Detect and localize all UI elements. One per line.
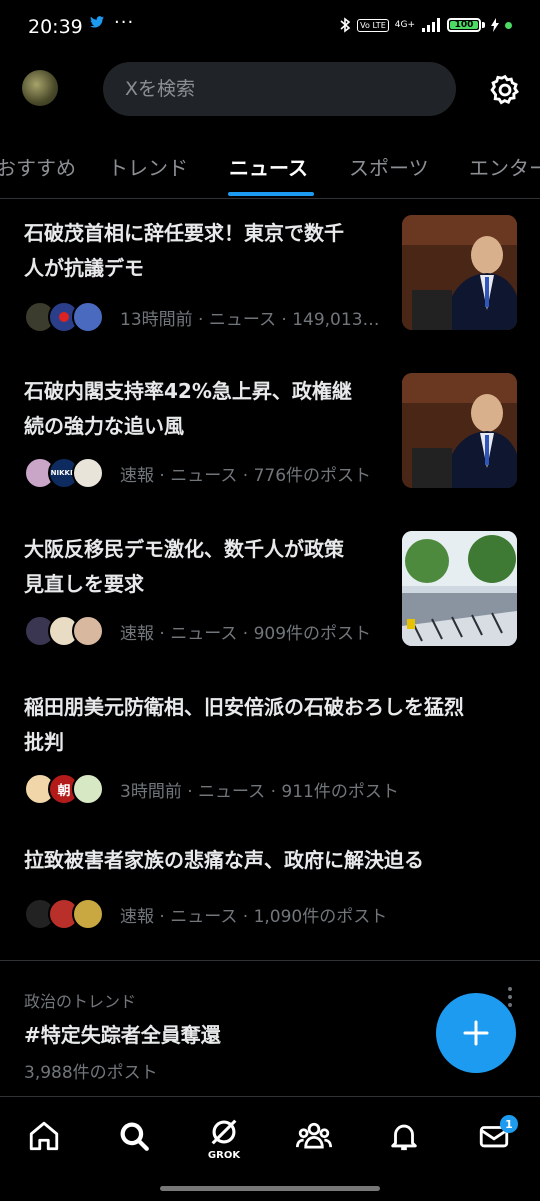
news-meta: 13時間前 · ニュース · 149,013…	[24, 301, 380, 333]
news-meta-text: 速報 · ニュース · 1,090件のポスト	[120, 906, 388, 927]
news-meta-text: 13時間前 · ニュース · 149,013…	[120, 309, 380, 330]
twitter-notification-icon	[90, 16, 104, 32]
trend-category: 政治のトレンド	[24, 992, 137, 1011]
volte-badge: Vo LTE	[357, 18, 389, 32]
news-title: 大阪反移民デモ激化、数千人が政策 見直しを要求	[24, 537, 344, 596]
news-title: 稲田朋美元防衛相、旧安倍派の石破おろしを猛烈 批判	[24, 695, 464, 754]
news-meta: NIKKEI 速報 · ニュース · 776件のポスト	[24, 457, 371, 489]
trend-hashtag: #特定失踪者全員奪還	[24, 1023, 221, 1047]
explore-tabs: おすすめ トレンド ニュース スポーツ エンター	[0, 134, 540, 199]
source-avatars	[24, 898, 104, 930]
news-meta-text: 3時間前 · ニュース · 911件のポスト	[120, 781, 399, 802]
home-icon	[29, 1121, 59, 1151]
trend-post-count: 3,988件のポスト	[24, 1063, 158, 1083]
news-item[interactable]: 稲田朋美元防衛相、旧安倍派の石破おろしを猛烈 批判 朝 3時間前 · ニュース …	[0, 673, 540, 831]
news-title: 拉致被害者家族の悲痛な声、政府に解決迫る	[24, 848, 424, 872]
tab-entertainment[interactable]: エンター	[469, 152, 540, 181]
news-item[interactable]: 石破内閣支持率42%急上昇、政権継 続の強力な追い風 NIKKEI 速報 · ニ…	[0, 357, 540, 515]
news-meta: 速報 · ニュース · 909件のポスト	[24, 615, 371, 647]
nav-home[interactable]	[20, 1119, 68, 1167]
news-title: 石破茂首相に辞任要求！東京で数千 人が抗議デモ	[24, 221, 344, 280]
news-thumbnail[interactable]	[402, 373, 517, 488]
news-item[interactable]: 石破茂首相に辞任要求！東京で数千 人が抗議デモ 13時間前 · ニュース · 1…	[0, 199, 540, 357]
privacy-indicator	[505, 21, 512, 29]
news-meta: 速報 · ニュース · 1,090件のポスト	[24, 898, 387, 930]
source-avatar	[72, 301, 104, 333]
nav-communities[interactable]	[290, 1119, 338, 1167]
nav-messages[interactable]: 1	[470, 1115, 518, 1167]
news-item[interactable]: 拉致被害者家族の悲痛な声、政府に解決迫る 速報 · ニュース · 1,090件の…	[0, 831, 540, 959]
status-bar: 20:39 ··· Vo LTE 4G+ 100	[0, 0, 540, 56]
signal-icon	[422, 18, 440, 32]
messages-badge: 1	[500, 1115, 518, 1133]
search-icon	[120, 1122, 149, 1151]
source-avatars	[24, 615, 104, 647]
bell-icon	[391, 1124, 417, 1151]
tab-sports[interactable]: スポーツ	[349, 152, 429, 181]
top-bar	[0, 62, 540, 116]
nav-search[interactable]	[110, 1119, 158, 1167]
grok-icon	[211, 1119, 237, 1145]
more-options-icon[interactable]	[505, 985, 515, 1009]
news-thumbnail[interactable]	[402, 215, 517, 330]
communities-icon	[296, 1122, 332, 1149]
plus-icon	[463, 1020, 489, 1046]
battery-level: 100	[450, 20, 478, 30]
news-title: 石破内閣支持率42%急上昇、政権継 続の強力な追い風	[24, 379, 352, 438]
profile-avatar[interactable]	[22, 70, 58, 106]
grok-label: GROK	[207, 1150, 241, 1161]
source-avatars: NIKKEI	[24, 457, 104, 489]
tab-trending[interactable]: トレンド	[108, 152, 188, 181]
source-avatar	[72, 898, 104, 930]
active-tab-indicator	[228, 192, 314, 196]
source-avatars: 朝	[24, 773, 104, 805]
tab-news[interactable]: ニュース	[229, 152, 308, 181]
news-item[interactable]: 大阪反移民デモ激化、数千人が政策 見直しを要求 速報 · ニュース · 909件…	[0, 515, 540, 673]
settings-gear-icon[interactable]	[488, 73, 522, 107]
search-input[interactable]	[123, 77, 427, 101]
news-meta-text: 速報 · ニュース · 776件のポスト	[120, 465, 372, 486]
nav-grok[interactable]: GROK	[200, 1115, 248, 1163]
network-label: 4G+	[394, 19, 415, 30]
status-time: 20:39	[28, 16, 83, 38]
nav-notifications[interactable]	[380, 1119, 428, 1167]
tab-recommended[interactable]: おすすめ	[0, 152, 76, 181]
bluetooth-icon	[340, 17, 351, 33]
source-avatar	[72, 615, 104, 647]
battery-icon: 100	[447, 18, 485, 32]
search-box[interactable]	[103, 62, 456, 116]
source-avatar	[72, 773, 104, 805]
status-right-icons: Vo LTE 4G+ 100	[339, 17, 512, 33]
charging-icon	[491, 18, 499, 32]
news-thumbnail[interactable]	[402, 531, 517, 646]
home-indicator[interactable]	[160, 1186, 380, 1191]
news-meta: 朝 3時間前 · ニュース · 911件のポスト	[24, 773, 399, 805]
news-meta-text: 速報 · ニュース · 909件のポスト	[120, 623, 372, 644]
status-overflow-icon: ···	[114, 12, 135, 33]
source-avatar	[72, 457, 104, 489]
compose-button[interactable]	[436, 993, 516, 1073]
source-avatars	[24, 301, 104, 333]
